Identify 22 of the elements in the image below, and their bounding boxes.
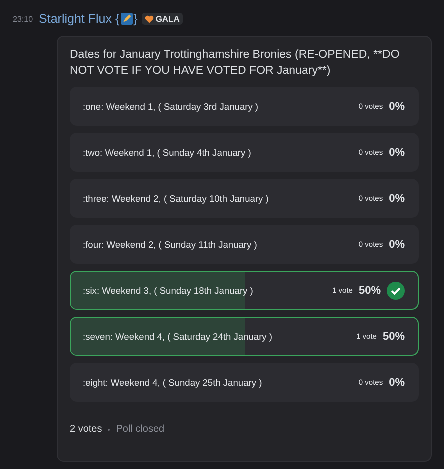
author-name[interactable]: Starlight Flux { } (39, 12, 138, 26)
poll-question: Dates for January Trottinghamshire Bronies (RE-OPENED, **DO NOT VOTE IF YOU HAVE VOTED FOR January**) (70, 48, 401, 79)
heart-icon (144, 14, 154, 24)
vote-percent: 0% (389, 238, 405, 250)
option-label: :one: Weekend 1, ( Saturday 3rd January ) (83, 102, 260, 112)
option-label: :seven: Weekend 4, ( Saturday 24th January ) (83, 332, 274, 342)
vote-percent: 0% (389, 100, 405, 112)
pencil-icon (120, 13, 133, 25)
vote-percent: 50% (382, 330, 405, 342)
poll-status: Poll closed (116, 424, 165, 435)
vote-percent: 50% (358, 284, 381, 296)
vote-percent: 0% (389, 192, 405, 204)
timestamp: 23:10 (13, 14, 34, 24)
option-label: :six: Weekend 3, ( Sunday 18th January ) (83, 286, 254, 296)
vote-percent: 0% (389, 376, 405, 388)
option-label: :eight: Weekend 4, ( Sunday 25th January ) (83, 378, 264, 388)
guild-tag: GALA (142, 13, 183, 25)
vote-percent: 0% (389, 146, 405, 158)
option-label: :two: Weekend 1, ( Sunday 4th January ) (83, 148, 252, 158)
option-label: :four: Weekend 2, ( Sunday 11th January ) (83, 240, 258, 250)
option-label: :three: Weekend 2, ( Saturday 10th January ) (83, 194, 270, 204)
total-votes: 2 votes (70, 424, 102, 435)
